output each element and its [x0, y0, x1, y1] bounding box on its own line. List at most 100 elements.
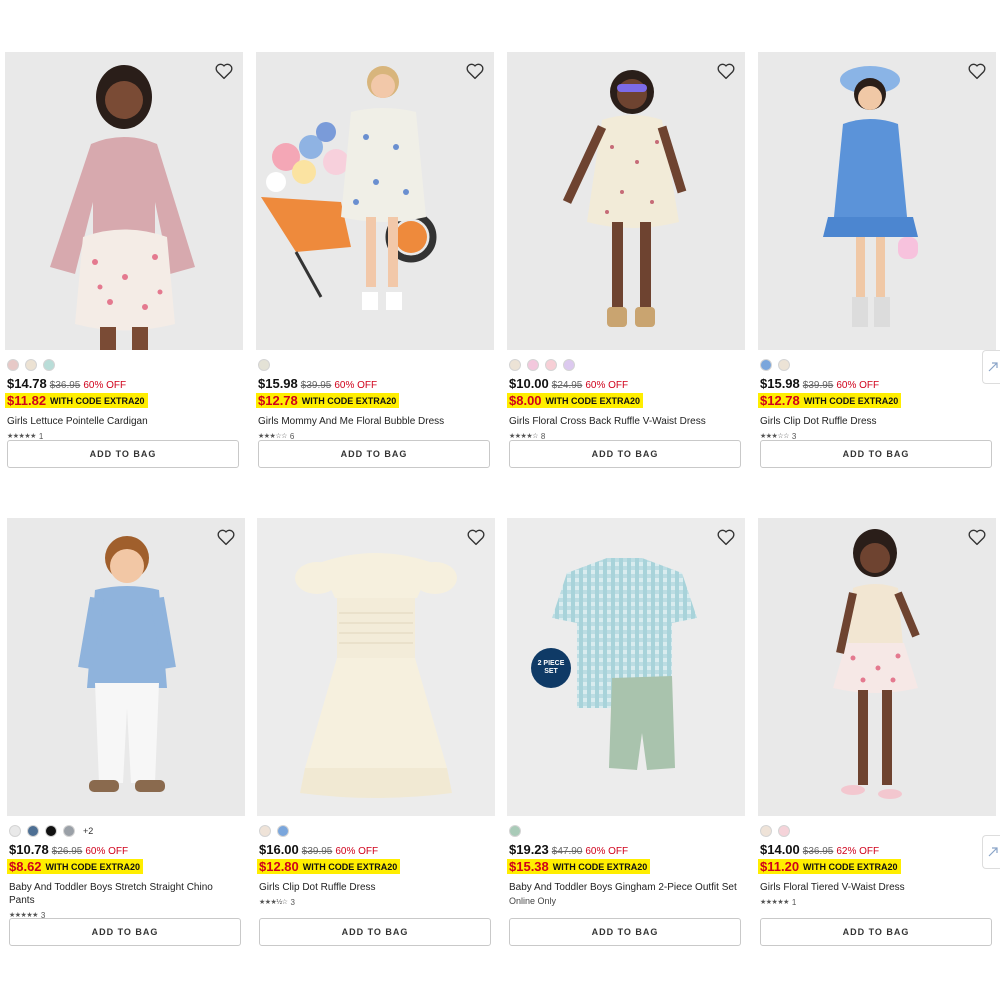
color-swatch[interactable]	[760, 359, 772, 371]
wishlist-heart-icon[interactable]	[215, 526, 237, 548]
wishlist-heart-icon[interactable]	[464, 60, 486, 82]
add-to-bag-button[interactable]: ADD TO BAG	[7, 440, 239, 468]
price-row: $19.23 $47.90 60% OFF	[507, 842, 745, 858]
price-row: $15.98 $39.95 60% OFF	[758, 376, 996, 392]
product-image[interactable]	[758, 52, 996, 350]
product-card[interactable]: $14.00 $36.95 62% OFF $11.20 WITH CODE E…	[758, 518, 996, 946]
color-swatch[interactable]	[509, 825, 521, 837]
discount-percent: 60% OFF	[585, 380, 629, 391]
product-card[interactable]: $16.00 $39.95 60% OFF $12.80 WITH CODE E…	[257, 518, 495, 946]
wishlist-heart-icon[interactable]	[966, 526, 988, 548]
color-swatch[interactable]	[7, 359, 19, 371]
promo-code-text: WITH CODE EXTRA20	[803, 395, 899, 406]
review-count: 3	[290, 897, 295, 907]
color-swatch[interactable]	[25, 359, 37, 371]
color-swatch[interactable]	[258, 359, 270, 371]
product-image[interactable]: 2 PIECE SET	[507, 518, 745, 816]
star-rating-icon: ★★★★★	[7, 433, 36, 440]
color-swatch[interactable]	[760, 825, 772, 837]
rating[interactable]: ★★★½☆ 3	[257, 897, 495, 907]
product-title[interactable]: Baby And Toddler Boys Gingham 2-Piece Ou…	[507, 881, 737, 894]
promo-price: $11.82	[7, 393, 47, 408]
color-swatch[interactable]	[27, 825, 39, 837]
product-image[interactable]	[256, 52, 494, 350]
product-image[interactable]	[758, 518, 996, 816]
discount-percent: 60% OFF	[335, 846, 379, 857]
more-colors-count[interactable]: +2	[83, 826, 93, 836]
price-row: $16.00 $39.95 60% OFF	[257, 842, 495, 858]
side-scroll-button[interactable]	[982, 350, 1000, 384]
wishlist-heart-icon[interactable]	[966, 60, 988, 82]
promo-code-text: WITH CODE EXTRA20	[301, 395, 397, 406]
add-to-bag-button[interactable]: ADD TO BAG	[9, 918, 241, 946]
discount-percent: 60% OFF	[585, 846, 629, 857]
product-title[interactable]: Girls Lettuce Pointelle Cardigan	[5, 415, 243, 428]
product-title[interactable]: Girls Clip Dot Ruffle Dress	[257, 881, 495, 894]
side-scroll-button[interactable]	[982, 835, 1000, 869]
review-count: 1	[791, 897, 797, 907]
price-row: $14.00 $36.95 62% OFF	[758, 842, 996, 858]
add-to-bag-button[interactable]: ADD TO BAG	[509, 440, 741, 468]
promo-price: $8.00	[509, 393, 542, 408]
color-swatch[interactable]	[277, 825, 289, 837]
star-rating-icon: ★★★★★	[760, 899, 789, 906]
original-price: $39.95	[300, 380, 332, 391]
product-photo	[256, 52, 494, 350]
product-card[interactable]: $14.78 $36.95 60% OFF $11.82 WITH CODE E…	[5, 52, 243, 468]
sale-price: $19.23	[509, 842, 549, 857]
wishlist-heart-icon[interactable]	[715, 60, 737, 82]
add-to-bag-button[interactable]: ADD TO BAG	[258, 440, 490, 468]
promo-code-text: WITH CODE EXTRA20	[545, 395, 641, 406]
wishlist-heart-icon[interactable]	[465, 526, 487, 548]
product-card[interactable]: $15.98 $39.95 60% OFF $12.78 WITH CODE E…	[256, 52, 494, 468]
color-swatch[interactable]	[509, 359, 521, 371]
color-swatch[interactable]	[778, 825, 790, 837]
product-title[interactable]: Girls Floral Cross Back Ruffle V-Waist D…	[507, 415, 745, 428]
product-title[interactable]: Girls Floral Tiered V-Waist Dress	[758, 881, 996, 894]
color-swatch[interactable]	[63, 825, 75, 837]
star-rating-icon: ★★★½☆	[259, 899, 288, 906]
sale-price: $15.98	[258, 376, 298, 391]
add-to-bag-button[interactable]: ADD TO BAG	[760, 918, 992, 946]
product-photo	[5, 52, 243, 350]
product-card[interactable]: 2 PIECE SET $19.23 $47.90 60% OFF $15.38…	[507, 518, 745, 946]
product-image[interactable]	[5, 52, 243, 350]
price-row: $15.98 $39.95 60% OFF	[256, 376, 494, 392]
color-swatch[interactable]	[527, 359, 539, 371]
promo-code-badge: $8.00 WITH CODE EXTRA20	[507, 393, 644, 408]
color-swatch[interactable]	[545, 359, 557, 371]
product-title[interactable]: Girls Clip Dot Ruffle Dress	[758, 415, 996, 428]
discount-percent: 60% OFF	[85, 846, 129, 857]
star-rating-icon: ★★★☆☆	[760, 433, 789, 440]
product-image[interactable]	[507, 52, 745, 350]
color-swatch[interactable]	[778, 359, 790, 371]
product-title[interactable]: Girls Mommy And Me Floral Bubble Dress	[256, 415, 494, 428]
add-to-bag-button[interactable]: ADD TO BAG	[259, 918, 491, 946]
add-to-bag-button[interactable]: ADD TO BAG	[509, 918, 741, 946]
color-swatches	[758, 824, 996, 838]
promo-price: $12.80	[259, 859, 299, 874]
product-card[interactable]: +2 $10.78 $26.95 60% OFF $8.62 WITH CODE…	[7, 518, 245, 946]
promo-price: $12.78	[760, 393, 800, 408]
promo-code-badge: $15.38 WITH CODE EXTRA20	[507, 859, 651, 874]
color-swatch[interactable]	[45, 825, 57, 837]
wishlist-heart-icon[interactable]	[715, 526, 737, 548]
color-swatch[interactable]	[43, 359, 55, 371]
color-swatch[interactable]	[9, 825, 21, 837]
wishlist-heart-icon[interactable]	[213, 60, 235, 82]
add-to-bag-button[interactable]: ADD TO BAG	[760, 440, 992, 468]
color-swatch[interactable]	[563, 359, 575, 371]
product-image[interactable]	[257, 518, 495, 816]
color-swatches	[257, 824, 495, 838]
color-swatch[interactable]	[259, 825, 271, 837]
sale-price: $16.00	[259, 842, 299, 857]
sale-price: $14.00	[760, 842, 800, 857]
promo-code-text: WITH CODE EXTRA20	[552, 861, 648, 872]
original-price: $36.95	[802, 846, 834, 857]
product-card[interactable]: $10.00 $24.95 60% OFF $8.00 WITH CODE EX…	[507, 52, 745, 468]
promo-code-text: WITH CODE EXTRA20	[803, 861, 898, 872]
product-image[interactable]	[7, 518, 245, 816]
product-title[interactable]: Baby And Toddler Boys Stretch Straight C…	[7, 881, 234, 907]
product-card[interactable]: $15.98 $39.95 60% OFF $12.78 WITH CODE E…	[758, 52, 996, 468]
rating[interactable]: ★★★★★ 1	[758, 897, 996, 907]
